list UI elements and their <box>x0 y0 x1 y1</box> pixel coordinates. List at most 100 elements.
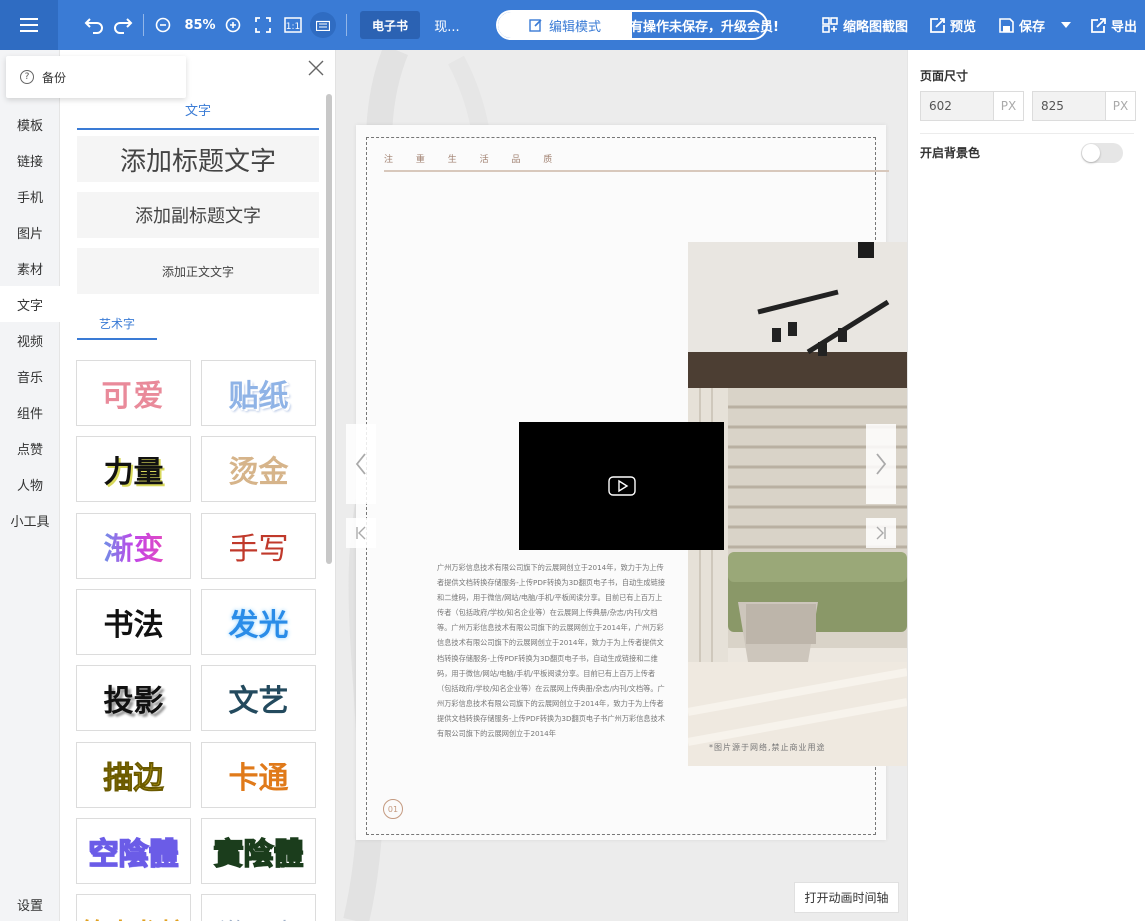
brand-divider <box>384 170 889 172</box>
help-icon: ? <box>20 70 34 84</box>
close-icon[interactable] <box>306 58 326 78</box>
save-icon <box>999 17 1014 33</box>
caret-down-icon <box>1061 22 1071 28</box>
nav-item-templates[interactable]: 模板 <box>0 106 60 142</box>
keyboard-shortcuts-button[interactable] <box>310 0 336 50</box>
add-body-text-button[interactable]: 添加正文文字 <box>77 248 319 294</box>
chevron-left-icon <box>355 453 366 475</box>
add-subtitle-text-button[interactable]: 添加副标题文字 <box>77 192 319 238</box>
left-navigation: 模板 链接 手机 图片 素材 文字 视频 音乐 组件 点赞 人物 小工具 设置 <box>0 50 60 921</box>
zoom-in-icon <box>225 17 241 33</box>
edit-mode-label: 编辑模式 <box>548 19 601 35</box>
nav-item-likes[interactable]: 点赞 <box>0 430 60 466</box>
page-height-field[interactable]: 825 PX <box>1032 91 1136 121</box>
chevron-right-icon <box>876 453 887 475</box>
panel-scrollbar[interactable] <box>326 94 332 564</box>
redo-button[interactable] <box>112 0 134 50</box>
video-player[interactable] <box>519 422 724 550</box>
page-height-value[interactable]: 825 <box>1033 92 1105 120</box>
nav-item-tools[interactable]: 小工具 <box>0 502 60 538</box>
thumbnail-crop-button[interactable]: 缩略图截图 <box>821 0 909 50</box>
page-body-text[interactable]: 广州万彩信息技术有限公司旗下的云展网创立于2014年，致力于为上传者提供文档转换… <box>437 560 669 741</box>
photo-caption: *图片源于网络,禁止商业用途 <box>709 743 826 752</box>
save-dropdown-button[interactable] <box>1058 0 1074 50</box>
nav-item-settings[interactable]: 设置 <box>0 886 60 921</box>
keyboard-icon <box>310 12 336 38</box>
art-style-cartoon[interactable]: 卡通 <box>201 742 316 808</box>
svg-text:1:1: 1:1 <box>286 22 300 32</box>
first-page-button[interactable] <box>346 518 376 548</box>
save-button[interactable]: 保存 <box>996 0 1048 50</box>
background-color-label: 开启背景色 <box>920 146 981 160</box>
actual-size-icon: 1:1 <box>284 17 302 33</box>
page-width-field[interactable]: 602 PX <box>920 91 1024 121</box>
zoom-out-icon <box>155 17 171 33</box>
last-page-button[interactable] <box>866 518 896 548</box>
actual-size-button[interactable]: 1:1 <box>282 0 304 50</box>
tab-ebook[interactable]: 电子书 <box>360 11 420 39</box>
art-style-shadow[interactable]: 投影 <box>76 665 191 731</box>
art-style-gradient[interactable]: 渐变 <box>76 513 191 579</box>
page-brand-line: 注 重 生 活 品 质 <box>384 155 563 165</box>
nav-item-phone[interactable]: 手机 <box>0 178 60 214</box>
edit-mode-option[interactable]: 编辑模式 <box>498 12 632 38</box>
properties-panel: 页面尺寸 602 PX 825 PX 开启背景色 <box>907 50 1145 921</box>
add-title-text-button[interactable]: 添加标题文字 <box>77 136 319 182</box>
art-style-power[interactable]: 力量 <box>76 436 191 502</box>
export-icon <box>1091 17 1106 33</box>
page-width-unit: PX <box>993 92 1023 120</box>
art-style-cute[interactable]: 可爱 <box>76 360 191 426</box>
prev-page-button[interactable] <box>346 424 376 504</box>
fullscreen-icon <box>255 17 271 33</box>
editor-canvas[interactable]: 注 重 生 活 品 质 广州万彩信息技术有限公司旗下的云展网创立于2014年，致… <box>336 50 907 921</box>
nav-item-people[interactable]: 人物 <box>0 466 60 502</box>
art-style-partial-1[interactable]: 笔走龙蛇 <box>76 894 191 921</box>
nav-item-video[interactable]: 视频 <box>0 322 60 358</box>
page-width-value[interactable]: 602 <box>921 92 993 120</box>
nav-item-components[interactable]: 组件 <box>0 394 60 430</box>
art-style-hollow[interactable]: 空陰體 <box>76 818 191 884</box>
art-style-stroke[interactable]: 描边 <box>76 742 191 808</box>
background-color-toggle[interactable] <box>1081 143 1123 163</box>
text-panel: 文字 添加标题文字 添加副标题文字 添加正文文字 艺术字 可爱 贴纸 力量 烫金… <box>60 50 336 921</box>
art-style-solid[interactable]: 實陰體 <box>201 818 316 884</box>
tab-art-text[interactable]: 艺术字 <box>77 308 157 340</box>
edit-icon <box>529 19 542 32</box>
next-page-button[interactable] <box>866 424 896 504</box>
art-style-calligraphy[interactable]: 书法 <box>76 589 191 655</box>
export-button[interactable]: 导出 <box>1089 0 1139 50</box>
zoom-level: 85% <box>184 17 216 33</box>
art-style-handwriting[interactable]: 手写 <box>201 513 316 579</box>
nav-item-images[interactable]: 图片 <box>0 214 60 250</box>
menu-button[interactable] <box>0 0 58 50</box>
tab-text[interactable]: 文字 <box>77 100 319 130</box>
art-style-gold[interactable]: 烫金 <box>201 436 316 502</box>
crop-icon <box>822 17 838 33</box>
zoom-in-button[interactable] <box>222 0 244 50</box>
undo-button[interactable] <box>83 0 105 50</box>
backup-button[interactable]: ? 备份 <box>6 56 186 98</box>
page-height-unit: PX <box>1105 92 1135 120</box>
art-style-literary[interactable]: 文艺 <box>201 665 316 731</box>
page-number: 01 <box>383 799 403 819</box>
thumbnail-crop-label: 缩略图截图 <box>842 19 908 35</box>
backup-label: 备份 <box>42 70 67 85</box>
art-style-glow[interactable]: 发光 <box>201 589 316 655</box>
art-style-sticker[interactable]: 贴纸 <box>201 360 316 426</box>
zoom-out-button[interactable] <box>152 0 174 50</box>
fullscreen-button[interactable] <box>252 0 274 50</box>
tab-second[interactable]: 现... <box>428 0 466 50</box>
top-toolbar: 85% 1:1 电子书 现... 编辑模式 模式 有操作未保存，升级会员! 缩略… <box>0 0 1145 50</box>
play-icon[interactable] <box>607 476 636 496</box>
art-style-partial-2[interactable]: 激万水 <box>201 894 316 921</box>
nav-item-links[interactable]: 链接 <box>0 142 60 178</box>
nav-item-text[interactable]: 文字 <box>0 286 60 322</box>
preview-icon <box>930 17 945 33</box>
preview-button[interactable]: 预览 <box>928 0 978 50</box>
open-timeline-button[interactable]: 打开动画时间轴 <box>794 882 899 913</box>
nav-item-materials[interactable]: 素材 <box>0 250 60 286</box>
page-size-label: 页面尺寸 <box>920 69 969 83</box>
nav-item-music[interactable]: 音乐 <box>0 358 60 394</box>
undo-icon <box>84 18 103 34</box>
unsaved-notice: 有操作未保存，升级会员! <box>630 19 779 35</box>
